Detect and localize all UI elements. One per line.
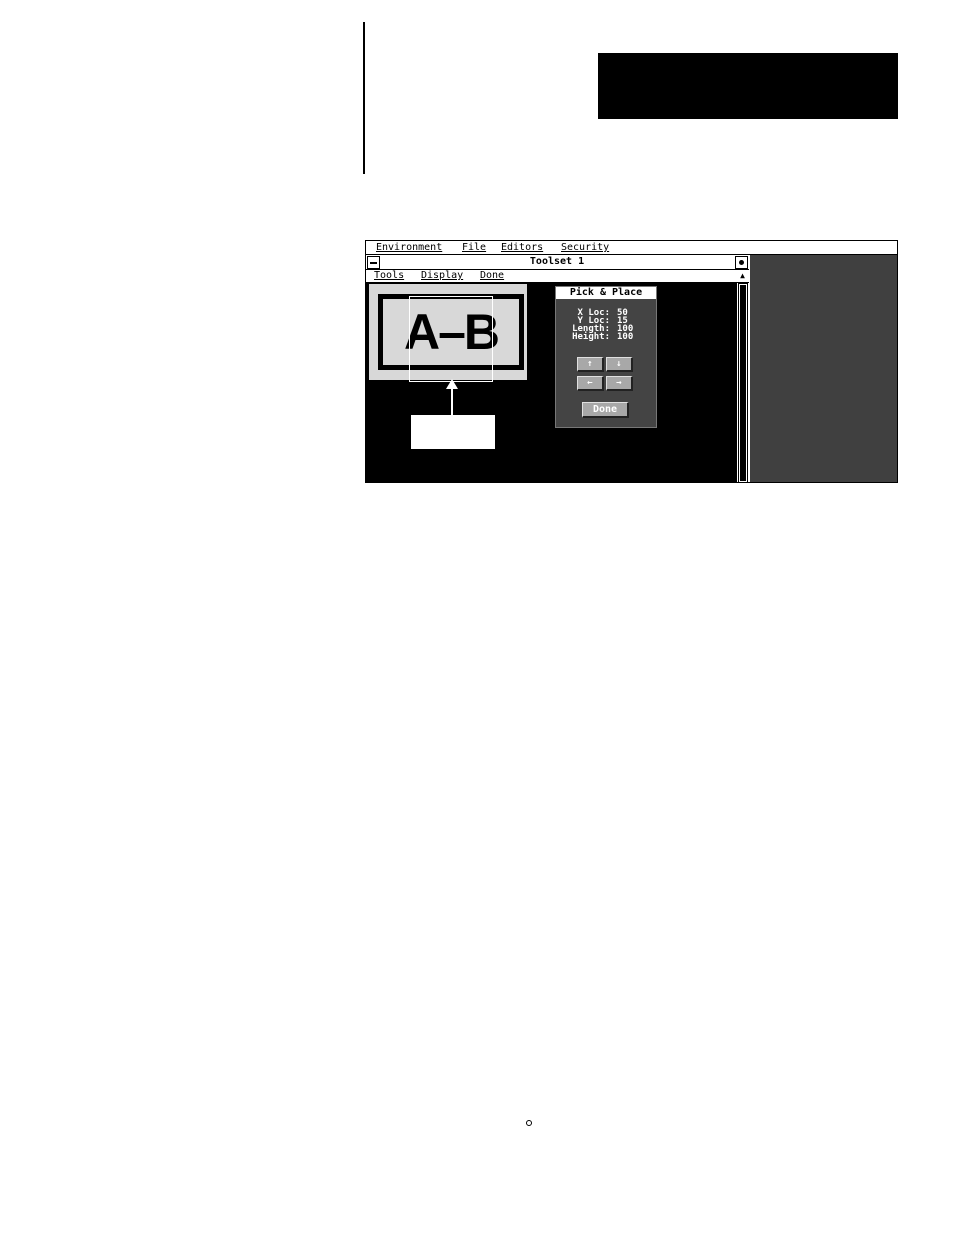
window-title: Toolset 1 xyxy=(529,256,585,267)
toolset-window: Toolset 1 Tools Display Done ▲ A–B Pick … xyxy=(366,255,750,482)
callout-box xyxy=(411,415,495,449)
dialog-title: Pick & Place xyxy=(556,287,656,299)
window-menubar: Tools Display Done ▲ xyxy=(366,270,749,283)
menu-display[interactable]: Display xyxy=(421,270,463,282)
margin-rule xyxy=(363,22,365,174)
height-label: Height: xyxy=(572,332,610,342)
dot-icon[interactable] xyxy=(735,256,748,269)
desktop-background xyxy=(749,255,897,482)
arrow-left-icon: ← xyxy=(587,378,593,388)
vertical-scrollbar[interactable] xyxy=(737,283,749,482)
screenshot-frame: Environment File Editors Security Toolse… xyxy=(365,240,898,483)
arrow-right-icon: → xyxy=(616,378,622,388)
move-right-button[interactable]: → xyxy=(606,376,633,391)
done-button[interactable]: Done xyxy=(582,402,629,418)
move-left-button[interactable]: ← xyxy=(577,376,604,391)
menu-file[interactable]: File xyxy=(462,241,486,254)
height-value: 100 xyxy=(617,332,634,342)
menu-editors[interactable]: Editors xyxy=(501,241,543,254)
app-menubar: Environment File Editors Security xyxy=(366,241,897,255)
camera-image: A–B xyxy=(369,284,527,382)
arrow-up-icon: ↑ xyxy=(587,359,593,369)
menu-done[interactable]: Done xyxy=(480,270,504,282)
region-of-interest-box[interactable] xyxy=(409,296,493,382)
page-marker-dot xyxy=(526,1120,532,1126)
menu-tools[interactable]: Tools xyxy=(374,270,404,282)
triangle-up-icon[interactable]: ▲ xyxy=(737,270,748,281)
arrow-down-icon: ↓ xyxy=(616,359,622,369)
pick-place-dialog: Pick & Place X Loc: 50 Y Loc: 15 Length:… xyxy=(555,286,657,428)
move-up-button[interactable]: ↑ xyxy=(577,357,604,372)
menu-environment[interactable]: Environment xyxy=(376,241,442,254)
scrollbar-thumb[interactable] xyxy=(739,284,747,482)
window-title-bar[interactable]: Toolset 1 xyxy=(366,255,749,270)
menu-security[interactable]: Security xyxy=(561,241,609,254)
move-down-button[interactable]: ↓ xyxy=(606,357,633,372)
height-row: Height: 100 xyxy=(556,333,656,342)
chapter-header-block xyxy=(598,53,898,119)
